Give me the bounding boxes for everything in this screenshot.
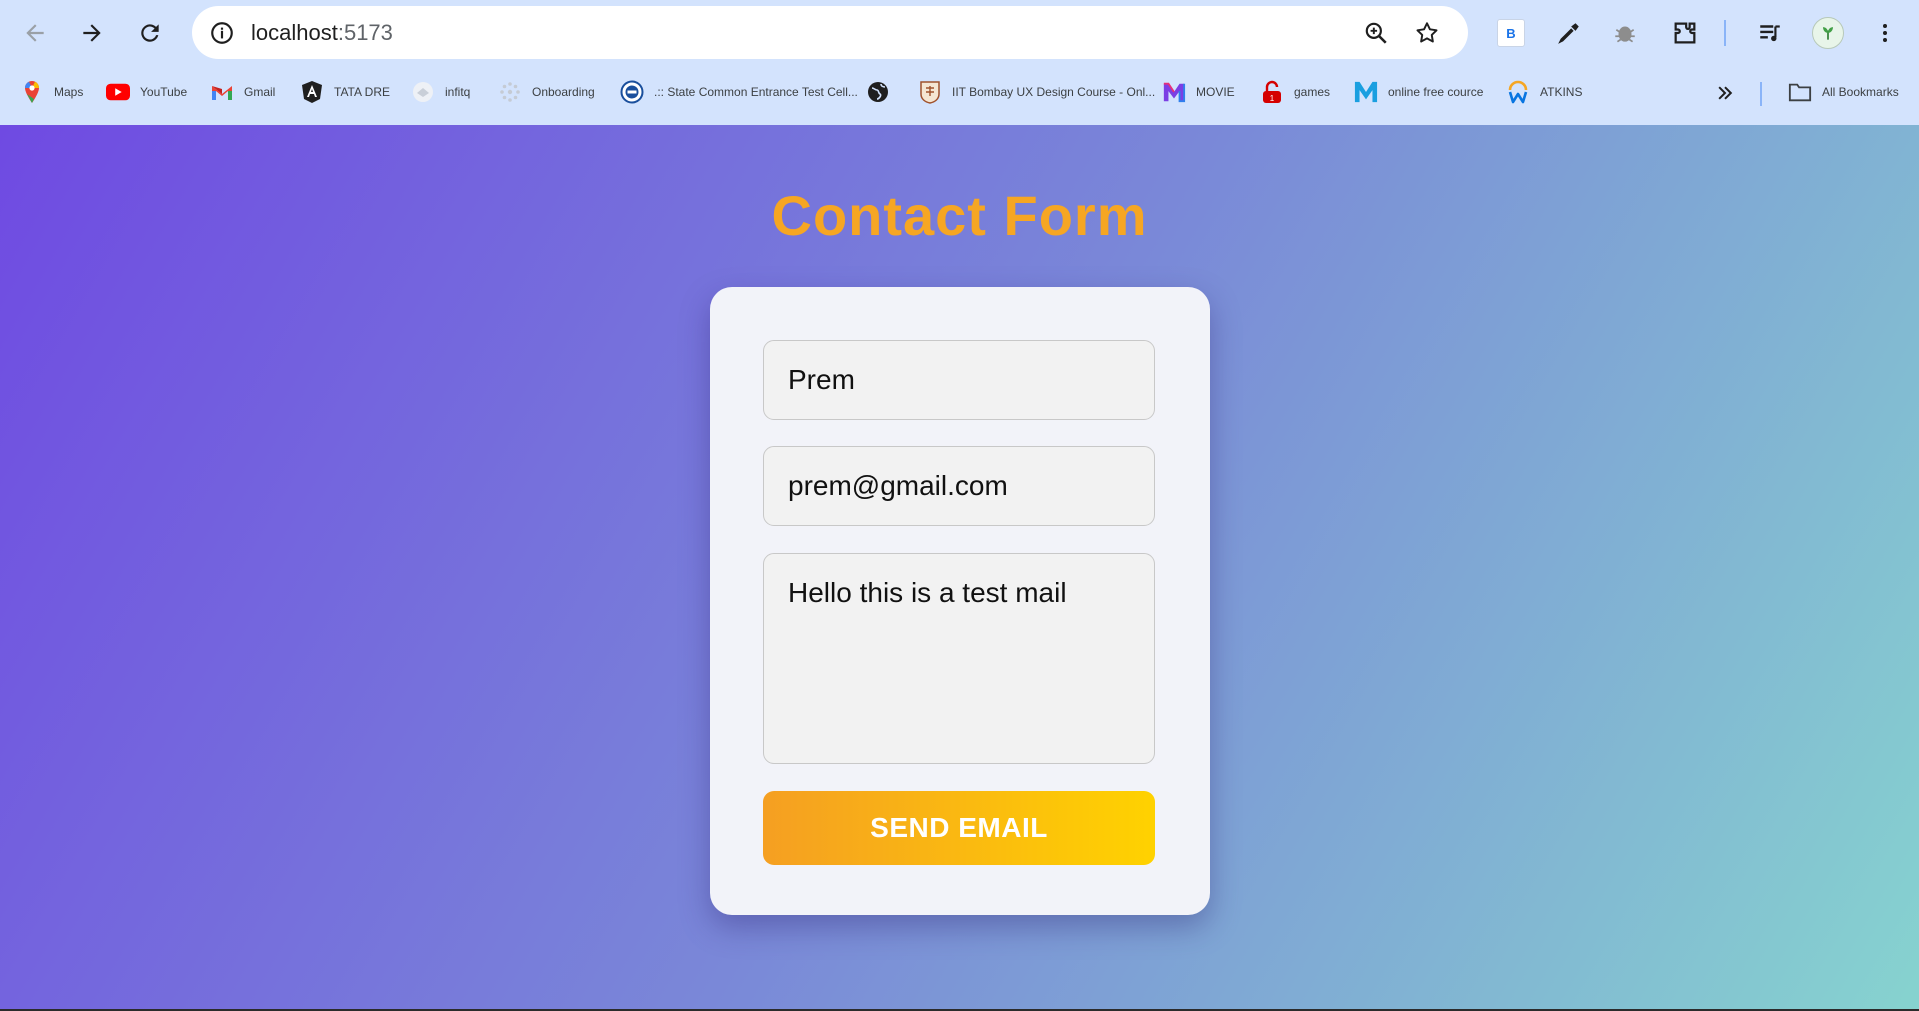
- bookmark-online-free-cource[interactable]: online free cource: [1354, 77, 1483, 107]
- url-host: localhost: [251, 20, 338, 45]
- page-title: Contact Form: [771, 184, 1148, 247]
- extensions-puzzle-icon[interactable]: [1665, 13, 1705, 53]
- bookmark-games[interactable]: 1 games: [1260, 77, 1330, 107]
- arrow-right-icon: [83, 24, 101, 42]
- url-port: :5173: [337, 20, 393, 45]
- bookmark-label: YouTube: [140, 85, 188, 99]
- reload-icon: [141, 24, 159, 42]
- profile-avatar[interactable]: [1808, 13, 1848, 53]
- avatar-plant-icon: [1812, 17, 1844, 49]
- games-icon: 1: [1260, 80, 1284, 104]
- angular-icon: [300, 80, 324, 104]
- bookmark-label: ATKINS: [1540, 85, 1583, 99]
- iit-icon: [918, 80, 942, 104]
- site-info-icon[interactable]: [206, 17, 238, 49]
- bookmark-youtube[interactable]: YouTube: [106, 77, 187, 107]
- page-background: Contact Form Hello this is a test mail S…: [0, 125, 1919, 1011]
- infitq-icon: [411, 80, 435, 104]
- bookmarks-overflow-chevron-icon[interactable]: [1710, 80, 1740, 106]
- email-input[interactable]: [763, 446, 1155, 526]
- bookmark-label: MOVIE: [1196, 85, 1235, 99]
- workday-icon: [1506, 80, 1530, 104]
- bookmark-gmail[interactable]: Gmail: [210, 77, 275, 107]
- bookmark-globe[interactable]: [866, 77, 900, 107]
- bookmark-infitq[interactable]: infitq: [411, 77, 470, 107]
- send-email-button[interactable]: SEND EMAIL: [763, 791, 1155, 865]
- bookmark-atkins[interactable]: ATKINS: [1506, 77, 1582, 107]
- bookmark-label: .:: State Common Entrance Test Cell...: [654, 85, 858, 99]
- bookmark-label: TATA DRE: [334, 85, 391, 99]
- globe-icon: [866, 80, 890, 104]
- bookmark-movie[interactable]: MOVIE: [1162, 77, 1235, 107]
- media-playlist-icon[interactable]: [1750, 13, 1790, 53]
- toolbar-separator: [1724, 20, 1726, 46]
- forward-button[interactable]: [72, 13, 112, 53]
- bug-icon[interactable]: [1605, 13, 1645, 53]
- bookmark-label: online free cource: [1388, 85, 1484, 99]
- back-button[interactable]: [15, 13, 55, 53]
- bookmark-onboarding[interactable]: Onboarding: [498, 77, 595, 107]
- m-icon: [1354, 80, 1378, 104]
- menu-kebab-icon[interactable]: [1865, 13, 1905, 53]
- bookmark-label: Onboarding: [532, 85, 595, 99]
- bookmark-label: games: [1294, 85, 1331, 99]
- bookmark-label: infitq: [445, 85, 471, 99]
- folder-icon: [1788, 80, 1812, 104]
- svg-text:1: 1: [1270, 94, 1275, 103]
- contact-form-card: Hello this is a test mail SEND EMAIL: [710, 287, 1210, 915]
- reload-button[interactable]: [130, 13, 170, 53]
- browser-chrome: localhost:5173 B Maps YouTube Gmail TATA…: [0, 0, 1919, 125]
- bookmark-iit-bombay[interactable]: IIT Bombay UX Design Course - Onl...: [918, 77, 1155, 107]
- gmail-icon: [210, 80, 234, 104]
- onboarding-icon: [498, 80, 522, 104]
- bookmarks-separator: [1760, 82, 1762, 106]
- address-bar[interactable]: localhost:5173: [192, 6, 1468, 59]
- all-bookmarks-label: All Bookmarks: [1822, 85, 1899, 99]
- name-input[interactable]: [763, 340, 1155, 420]
- cet-icon: [620, 80, 644, 104]
- arrow-left-icon: [26, 24, 44, 42]
- zoom-icon[interactable]: [1361, 18, 1391, 48]
- bookmark-label: IIT Bombay UX Design Course - Onl...: [952, 85, 1156, 99]
- bookmark-label: Maps: [54, 85, 84, 99]
- bookmark-tata-dre[interactable]: TATA DRE: [300, 77, 390, 107]
- bookmark-maps[interactable]: Maps: [20, 77, 83, 107]
- maps-icon: [20, 80, 44, 104]
- bookmark-star-icon[interactable]: [1412, 18, 1442, 48]
- eyedropper-icon[interactable]: [1549, 13, 1589, 53]
- movie-icon: [1162, 80, 1186, 104]
- bookmark-cet-cell[interactable]: .:: State Common Entrance Test Cell...: [620, 77, 858, 107]
- extension-b-label: B: [1497, 19, 1525, 47]
- message-textarea[interactable]: Hello this is a test mail: [763, 553, 1155, 764]
- extension-b-icon[interactable]: B: [1491, 13, 1531, 53]
- bookmark-label: Gmail: [244, 85, 276, 99]
- browser-toolbar: localhost:5173 B: [0, 0, 1919, 66]
- youtube-icon: [106, 80, 130, 104]
- url-text[interactable]: localhost:5173: [251, 6, 393, 59]
- bookmarks-bar: Maps YouTube Gmail TATA DRE infitq Onboa…: [0, 70, 1919, 114]
- all-bookmarks[interactable]: All Bookmarks: [1788, 77, 1899, 107]
